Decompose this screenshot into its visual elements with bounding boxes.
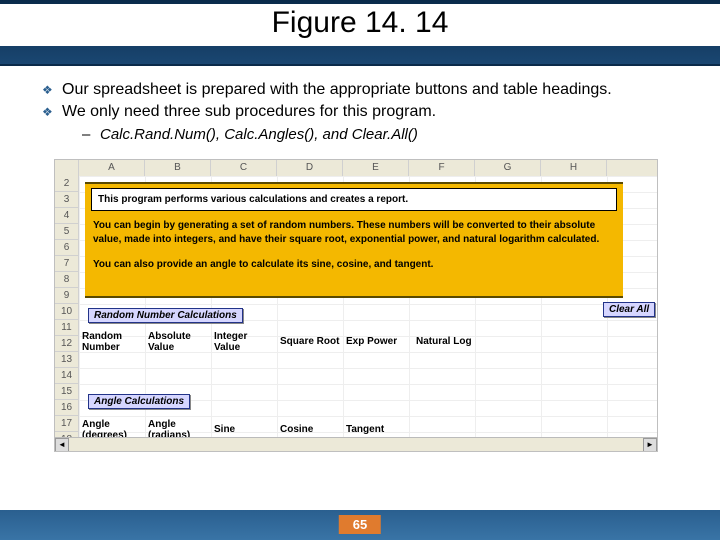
random-table-headers: Random Number Absolute Value Integer Val… [79,328,487,356]
row-header[interactable]: 17 [55,416,79,432]
row-header[interactable]: 15 [55,384,79,400]
title-band: Figure 14. 14 [0,0,720,66]
col-label: Absolute Value [145,328,211,356]
scroll-right-icon[interactable]: ► [643,438,657,451]
bullet-text: We only need three sub procedures for th… [62,102,692,122]
col-header[interactable]: H [541,160,607,176]
slide-title: Figure 14. 14 [0,4,720,46]
row-header[interactable]: 2 [55,176,79,192]
bullet-item: ❖ Our spreadsheet is prepared with the a… [42,80,692,100]
row-header[interactable]: 10 [55,304,79,320]
row-header[interactable]: 3 [55,192,79,208]
column-headers: A B C D E F G H [55,160,657,177]
col-header[interactable]: D [277,160,343,176]
row-header[interactable]: 6 [55,240,79,256]
row-header[interactable]: 5 [55,224,79,240]
col-header[interactable]: A [79,160,145,176]
row-header[interactable]: 7 [55,256,79,272]
row-header[interactable]: 12 [55,336,79,352]
col-label: Square Root [277,328,343,356]
dash-bullet-icon: – [82,126,100,145]
select-all-cell[interactable] [55,160,79,176]
diamond-bullet-icon: ❖ [42,102,62,122]
col-label: Natural Log [413,328,487,356]
diamond-bullet-icon: ❖ [42,80,62,100]
bullet-text: Our spreadsheet is prepared with the app… [62,80,692,100]
spreadsheet-screenshot: A B C D E F G H 2 3 4 5 6 7 8 9 10 11 12… [54,159,658,452]
row-header[interactable]: 9 [55,288,79,304]
horizontal-scrollbar[interactable]: ◄ ► [55,437,657,451]
col-header[interactable]: C [211,160,277,176]
col-label: Integer Value [211,328,277,356]
col-header[interactable]: G [475,160,541,176]
random-number-calc-button[interactable]: Random Number Calculations [88,308,243,323]
row-header[interactable]: 8 [55,272,79,288]
instruction-line: You can begin by generating a set of ran… [91,215,617,250]
angle-calc-button[interactable]: Angle Calculations [88,394,190,409]
row-header[interactable]: 13 [55,352,79,368]
row-header[interactable]: 11 [55,320,79,336]
clear-all-button[interactable]: Clear All [603,302,655,317]
instruction-line: This program performs various calculatio… [91,188,617,212]
sub-bullet-item: – Calc.Rand.Num(), Calc.Angles(), and Cl… [82,126,692,145]
row-header[interactable]: 16 [55,400,79,416]
bullet-list: ❖ Our spreadsheet is prepared with the a… [0,66,720,149]
row-header[interactable]: 14 [55,368,79,384]
page-number: 65 [339,515,381,534]
col-header[interactable]: F [409,160,475,176]
instruction-line: You can also provide an angle to calcula… [91,254,617,276]
instructions-panel: This program performs various calculatio… [85,182,623,298]
col-label: Exp Power [343,328,413,356]
row-header[interactable]: 4 [55,208,79,224]
col-header[interactable]: E [343,160,409,176]
scroll-left-icon[interactable]: ◄ [55,438,69,451]
sub-bullet-text: Calc.Rand.Num(), Calc.Angles(), and Clea… [100,126,692,145]
worksheet-area: A B C D E F G H 2 3 4 5 6 7 8 9 10 11 12… [55,160,657,451]
col-label: Random Number [79,328,145,356]
bullet-item: ❖ We only need three sub procedures for … [42,102,692,122]
row-headers: 2 3 4 5 6 7 8 9 10 11 12 13 14 15 16 17 … [55,176,79,448]
col-header[interactable]: B [145,160,211,176]
